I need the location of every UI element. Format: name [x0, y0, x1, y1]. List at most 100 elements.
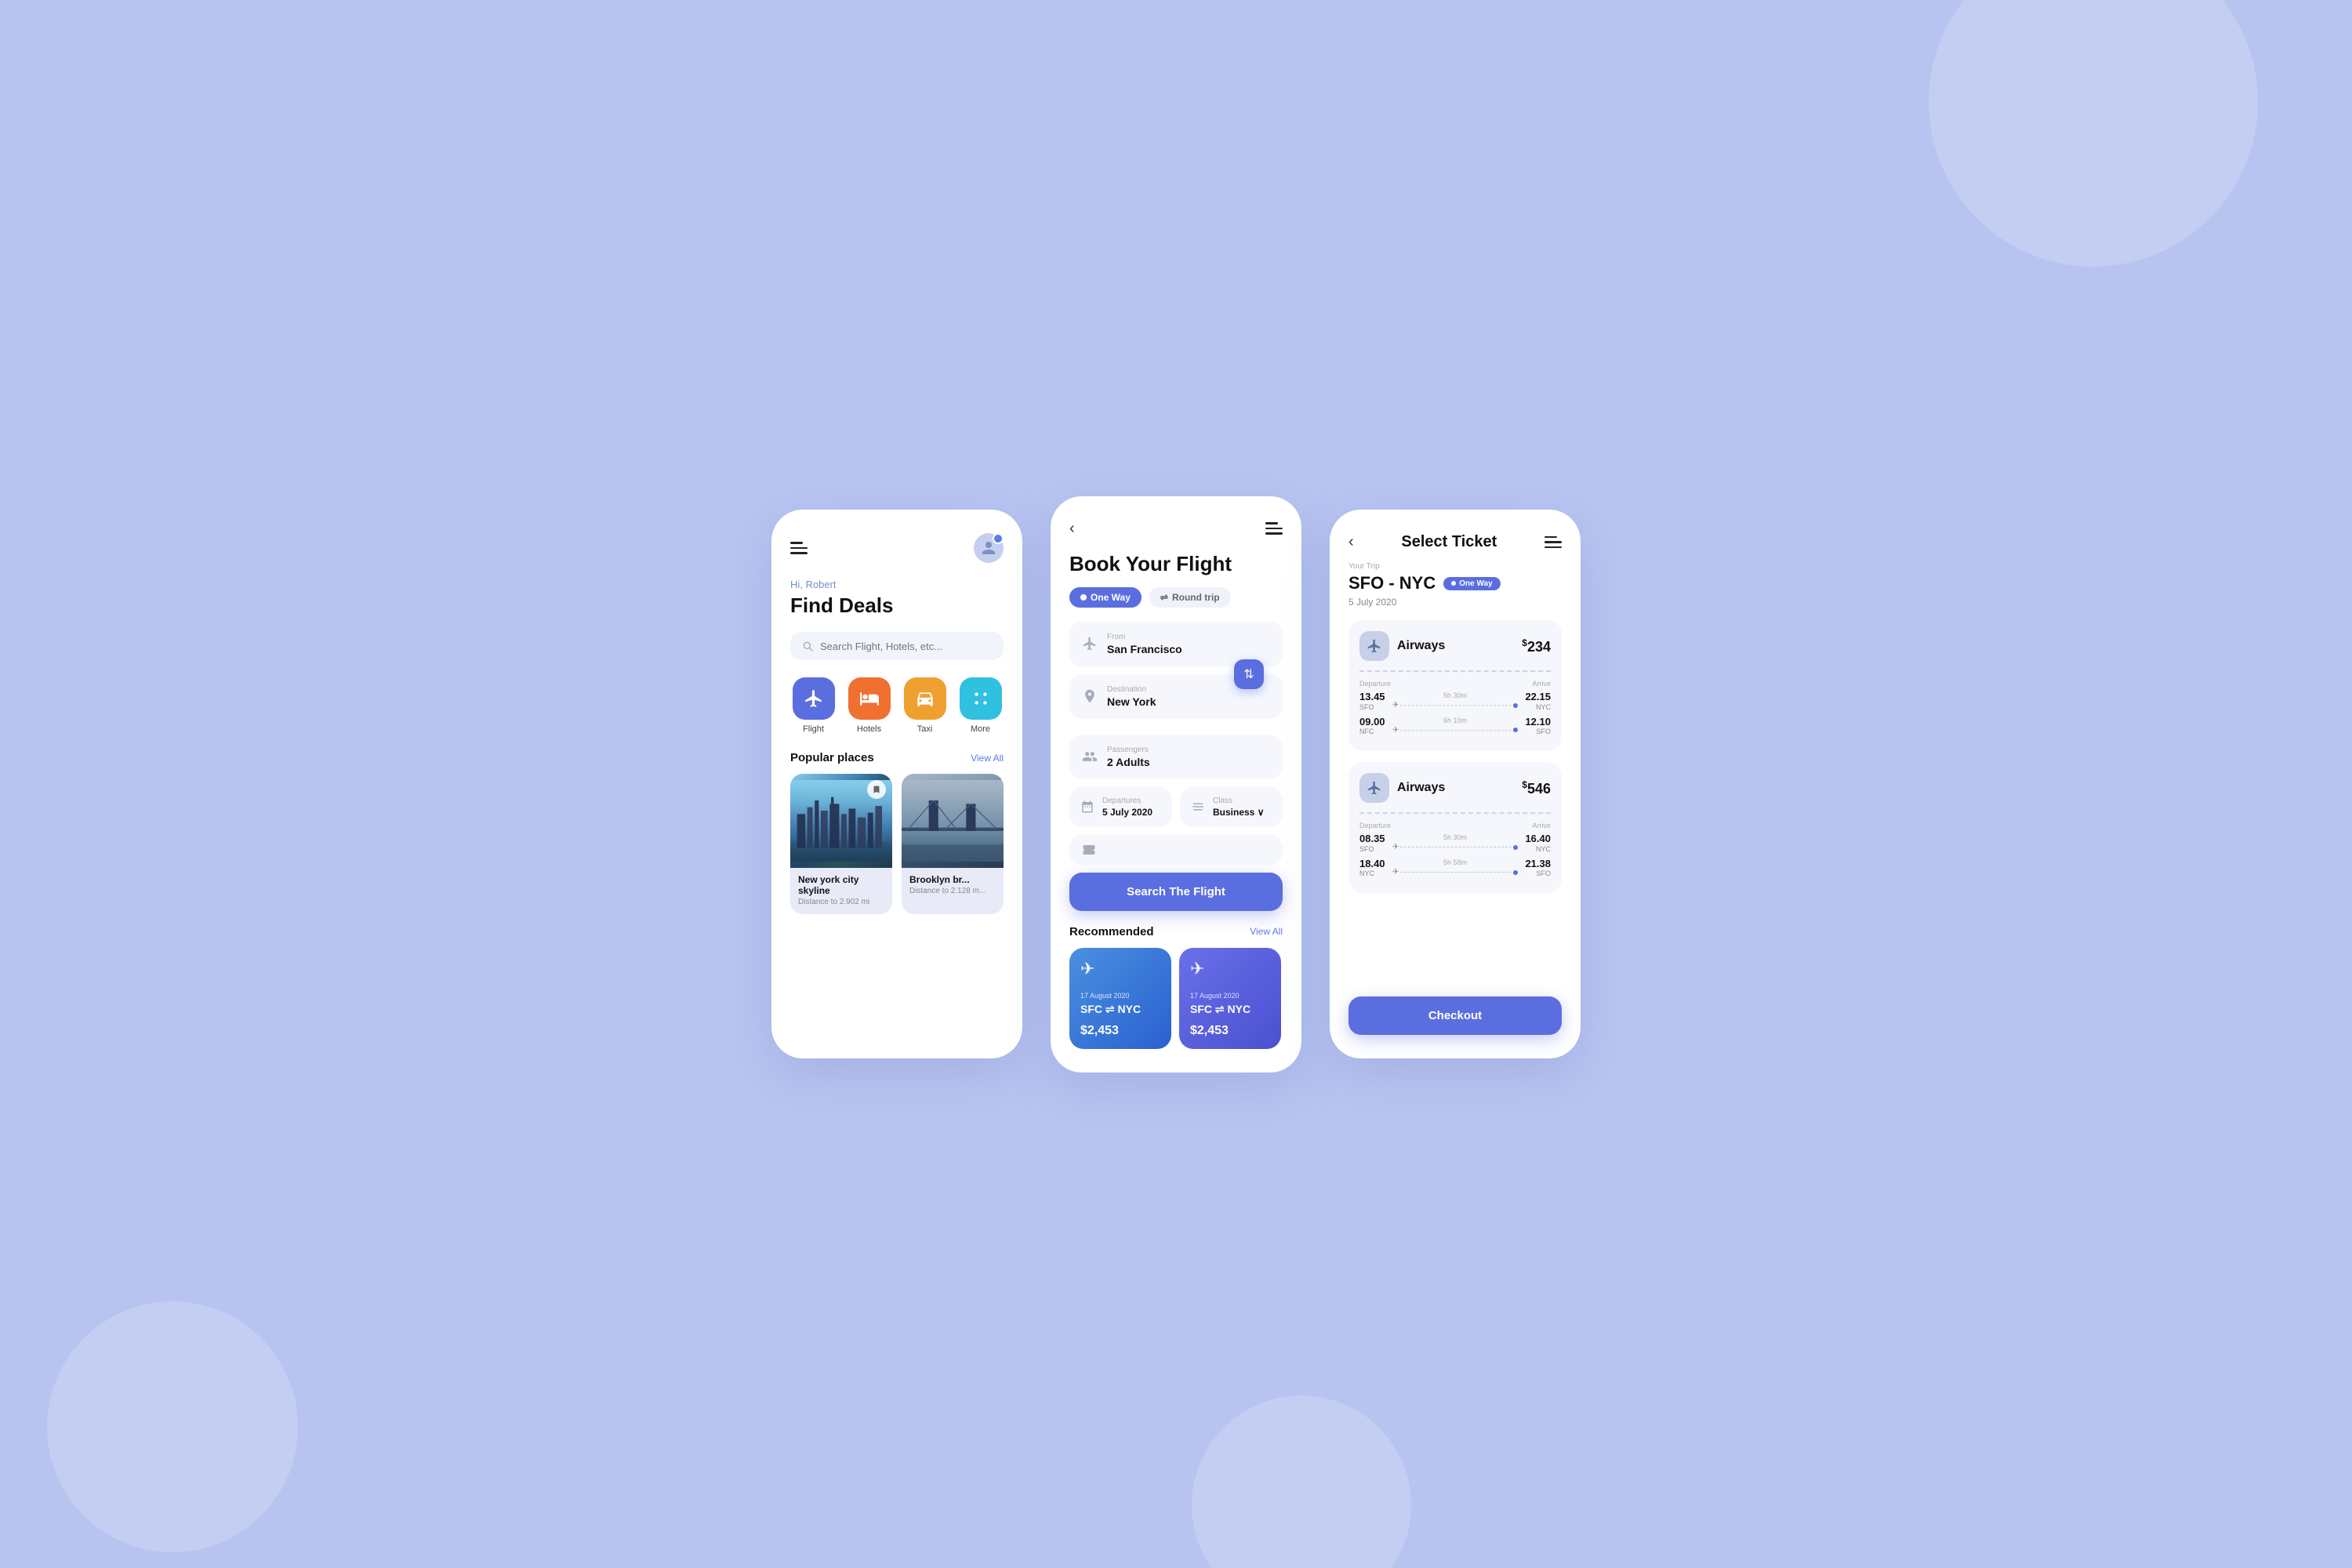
- calendar-icon: [1080, 800, 1094, 814]
- seg-duration-0-1: 6h 10m: [1443, 717, 1467, 724]
- airline-icon-1: [1359, 773, 1389, 803]
- page-title: Find Deals: [790, 593, 1004, 618]
- plane-arrow-1-0: ✈: [1392, 843, 1399, 851]
- dep-airport-1-0: SFO: [1359, 845, 1389, 853]
- airline-info-1: Airways: [1359, 773, 1445, 803]
- class-value: Business ∨: [1213, 807, 1264, 818]
- rec-price-1: $2,453: [1190, 1024, 1270, 1038]
- place-card-brooklyn[interactable]: Brooklyn br... Distance to 2.128 m...: [902, 774, 1004, 914]
- coupon-card[interactable]: [1069, 835, 1283, 865]
- dep-time-0-1: 09.00: [1359, 716, 1389, 728]
- price-sup-0: $: [1522, 637, 1527, 648]
- menu-icon-3[interactable]: [1544, 536, 1562, 549]
- badge-label: One Way: [1459, 579, 1492, 588]
- arr-time-1-1: 21.38: [1521, 858, 1551, 870]
- seg-line-0-0: [1400, 705, 1512, 706]
- rec-price-0: $2,453: [1080, 1024, 1160, 1038]
- brooklyn-name: Brooklyn br...: [909, 874, 996, 885]
- class-card[interactable]: Class Business ∨: [1180, 787, 1283, 827]
- dep-class-row: Departures 5 July 2020 Class Business ∨: [1069, 787, 1283, 827]
- place-card-nyc[interactable]: New york city skyline Distance to 2.902 …: [790, 774, 892, 914]
- ticket-labels-0: Departure Arrive: [1359, 680, 1551, 688]
- category-more[interactable]: More: [957, 677, 1004, 734]
- hotels-label: Hotels: [857, 724, 881, 734]
- back-button[interactable]: ‹: [1069, 520, 1075, 538]
- avatar[interactable]: [974, 533, 1004, 563]
- segment-0-0: 13.45 SFO 5h 30m ✈ 22.15 NYC: [1359, 691, 1551, 711]
- rec-date-1: 17 August 2020: [1190, 992, 1270, 1000]
- checkout-button[interactable]: Checkout: [1348, 996, 1562, 1035]
- seg-line-row-0-0: ✈: [1392, 701, 1518, 710]
- ticket-card-1[interactable]: Airways $546 Departure Arrive 08.35 SFO: [1348, 762, 1562, 893]
- plane-icon: [804, 688, 824, 709]
- dep-time-1-1: 18.40: [1359, 858, 1389, 870]
- dashed-divider-1: [1359, 812, 1551, 814]
- places-grid: New york city skyline Distance to 2.902 …: [790, 774, 1004, 914]
- search-input[interactable]: [820, 641, 993, 652]
- departures-card[interactable]: Departures 5 July 2020: [1069, 787, 1172, 827]
- plane-up-icon: [1082, 636, 1098, 652]
- dep-label-1: Departure: [1359, 822, 1391, 829]
- dep-col-1-0: 08.35 SFO: [1359, 833, 1389, 853]
- arr-col-1-1: 21.38 SFO: [1521, 858, 1551, 878]
- arr-time-1-0: 16.40: [1521, 833, 1551, 845]
- brooklyn-image: [902, 774, 1004, 868]
- bookmark-icon[interactable]: [867, 780, 886, 799]
- ticket-card-0[interactable]: Airways $234 Departure Arrive 13.45: [1348, 620, 1562, 751]
- back-button-3[interactable]: ‹: [1348, 533, 1354, 551]
- screen1-header: [790, 533, 1004, 563]
- taxi-icon: [915, 688, 935, 709]
- menu-icon-2[interactable]: [1265, 522, 1283, 535]
- flight-icon-bg: [793, 677, 835, 720]
- rec-card-0[interactable]: ✈ 17 August 2020 SFC ⇌ NYC $2,453: [1069, 948, 1171, 1049]
- round-trip-toggle[interactable]: ⇌ Round trip: [1149, 587, 1231, 608]
- swap-button[interactable]: ⇅: [1234, 659, 1264, 689]
- trip-route-row: SFO - NYC One Way: [1348, 573, 1562, 593]
- class-label: Class: [1213, 797, 1264, 805]
- menu-icon[interactable]: [790, 542, 808, 554]
- more-icon-bg: [960, 677, 1002, 720]
- dep-label-0: Departure: [1359, 680, 1391, 688]
- seg-dot-0-0: [1513, 703, 1518, 708]
- round-trip-label: Round trip: [1172, 592, 1220, 603]
- one-way-toggle[interactable]: One Way: [1069, 587, 1142, 608]
- plane-arrow-1-1: ✈: [1392, 868, 1399, 877]
- rec-route-0: SFC ⇌ NYC: [1080, 1003, 1160, 1016]
- category-flight[interactable]: Flight: [790, 677, 837, 734]
- passengers-card[interactable]: Passengers 2 Adults: [1069, 735, 1283, 779]
- nyc-distance: Distance to 2.902 mi: [798, 898, 884, 906]
- recommended-view-all[interactable]: View All: [1250, 926, 1283, 937]
- screen3-header: ‹ Select Ticket: [1348, 533, 1562, 551]
- one-way-badge: One Way: [1443, 577, 1500, 590]
- flight-label: Flight: [803, 724, 824, 734]
- ticket-labels-1: Departure Arrive: [1359, 822, 1551, 829]
- hotels-icon-bg: [848, 677, 891, 720]
- one-way-dot: [1080, 594, 1087, 601]
- round-trip-icon: ⇌: [1160, 592, 1168, 603]
- airline-info-0: Airways: [1359, 631, 1445, 661]
- search-icon: [801, 640, 814, 652]
- passengers-icon: [1082, 749, 1098, 764]
- popular-view-all[interactable]: View All: [971, 753, 1004, 764]
- trip-toggle: One Way ⇌ Round trip: [1069, 587, 1283, 608]
- category-taxi[interactable]: Taxi: [902, 677, 948, 734]
- rec-date-0: 17 August 2020: [1080, 992, 1160, 1000]
- select-ticket-title: Select Ticket: [1401, 533, 1497, 551]
- screen-find-deals: Hi, Robert Find Deals Flight Hotels: [771, 510, 1022, 1058]
- seg-dot-0-1: [1513, 728, 1518, 732]
- search-bar[interactable]: [790, 632, 1004, 660]
- passengers-label: Passengers: [1107, 746, 1150, 754]
- seg-dot-1-0: [1513, 845, 1518, 850]
- segment-0-1: 09.00 NFC 6h 10m ✈ 12.10 SFO: [1359, 716, 1551, 736]
- your-trip-label: Your Trip: [1348, 562, 1562, 571]
- seg-middle-0-0: 5h 30m ✈: [1389, 691, 1521, 710]
- airline-price-1: $546: [1522, 779, 1551, 797]
- category-hotels[interactable]: Hotels: [846, 677, 892, 734]
- rec-card-1[interactable]: ✈ 17 August 2020 SFC ⇌ NYC $2,453: [1179, 948, 1281, 1049]
- trip-info: Your Trip SFO - NYC One Way 5 July 2020: [1348, 562, 1562, 608]
- screen2-header: ‹: [1069, 520, 1283, 538]
- dep-time-1-0: 08.35: [1359, 833, 1389, 845]
- nyc-name: New york city skyline: [798, 874, 884, 896]
- rec-plane-icon-1: ✈: [1190, 959, 1270, 979]
- search-flight-button[interactable]: Search The Flight: [1069, 873, 1283, 911]
